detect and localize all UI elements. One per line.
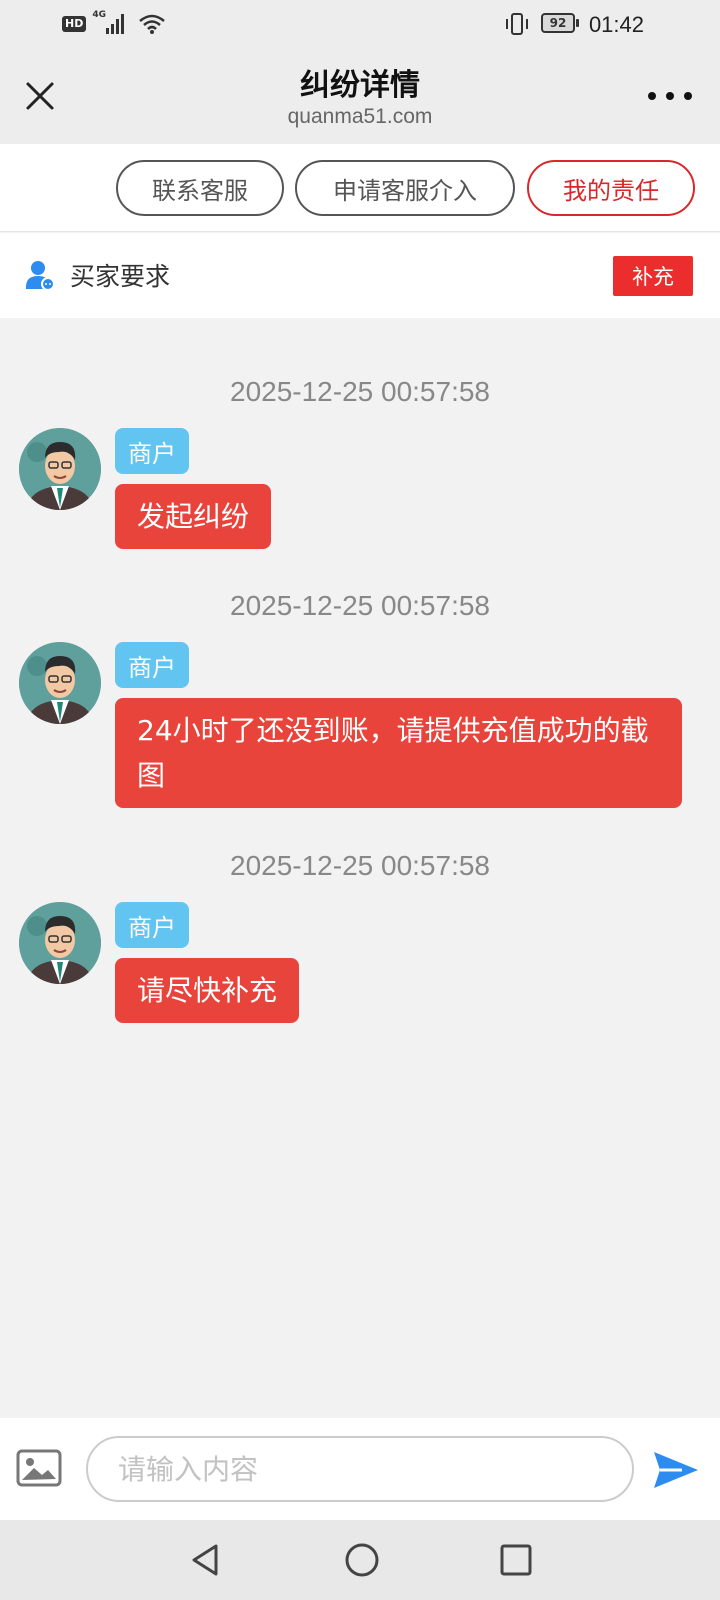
message-bubble: 请尽快补充 [115,958,300,1023]
input-bar [0,1418,720,1520]
message-bubble: 24小时了还没到账，请提供充值成功的截图 [115,698,682,808]
image-icon[interactable] [16,1448,62,1488]
page-title: 纠纷详情 [300,68,420,103]
avatar [19,428,101,510]
network-type-label: 4G [92,10,106,20]
battery-level: 92 [549,16,567,30]
my-responsibility-button[interactable]: 我的责任 [527,160,695,216]
avatar [19,642,101,724]
request-intervention-button[interactable]: 申请客服介入 [295,160,515,216]
action-row: 联系客服 申请客服介入 我的责任 [0,144,720,232]
vibrate-icon [506,13,528,35]
page-subtitle: quanma51.com [287,105,433,128]
title-bar: 纠纷详情 quanma51.com [0,48,720,144]
triangle-back-icon[interactable] [186,1540,226,1580]
signal-icon: 4G [92,10,132,36]
avatar [19,902,101,984]
message-timestamp: 2025-12-25 00:57:58 [230,850,490,881]
send-icon[interactable] [652,1448,700,1492]
status-time: 01:42 [588,12,644,37]
wifi-icon [139,14,166,34]
buyer-requirement-label: 买家要求 [70,262,171,291]
contact-service-button[interactable]: 联系客服 [116,160,284,216]
user-icon [26,261,54,291]
role-tag: 商户 [115,642,189,688]
message-timestamp: 2025-12-25 00:57:58 [230,376,490,407]
buyer-requirement-row: 买家要求 补充 [0,233,720,318]
hd-icon: HD [62,16,87,32]
role-tag: 商户 [115,428,189,474]
circle-home-icon[interactable] [342,1540,382,1580]
status-left: HD 4G [62,10,166,36]
message-timestamp: 2025-12-25 00:57:58 [230,590,490,621]
message-list: 2025-12-25 00:57:58 商户 发起纠纷 2025-12-25 0… [0,318,720,1418]
battery-icon: 92 [541,13,579,33]
status-bar: HD 4G 92 01:42 [0,0,720,48]
system-nav-bar [0,1520,720,1600]
role-tag: 商户 [115,902,189,948]
message-input[interactable] [86,1436,634,1502]
more-icon[interactable] [648,86,692,106]
square-recent-icon[interactable] [496,1540,536,1580]
message-bubble: 发起纠纷 [115,484,272,549]
supplement-button[interactable]: 补充 [613,256,693,296]
